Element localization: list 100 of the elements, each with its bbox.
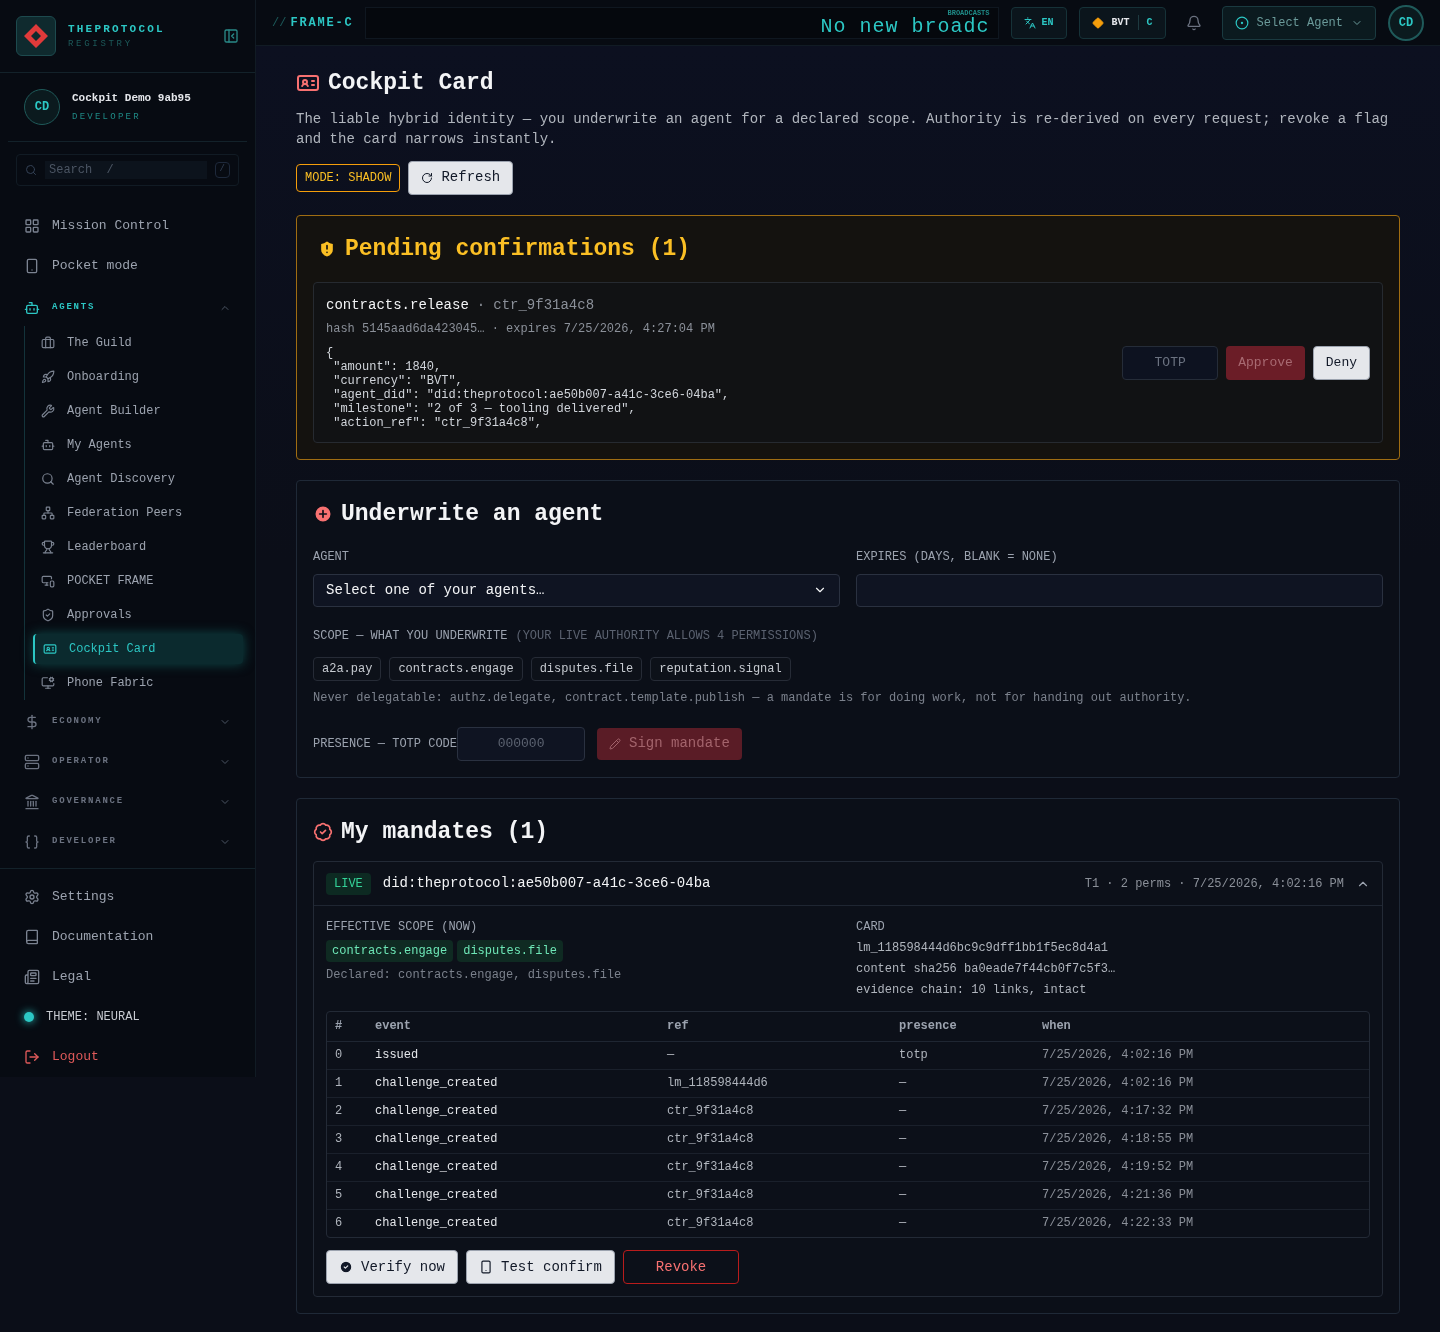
search-icon bbox=[25, 164, 37, 176]
nav-item[interactable]: Approvals bbox=[33, 600, 243, 630]
nav-icon bbox=[41, 438, 55, 452]
nav-icon bbox=[41, 608, 55, 622]
test-confirm-button[interactable]: Test confirm bbox=[466, 1250, 615, 1284]
table-cell: ctr_9f31a4c8 bbox=[659, 1181, 891, 1209]
page-description: The liable hybrid identity — you underwrite an agent for a declared scope. Authority is re-derived on every request; revoke a flag and the card narrows instantly. bbox=[296, 109, 1390, 149]
nav-icon bbox=[41, 574, 55, 588]
panel-title: Underwrite an agent bbox=[341, 500, 604, 529]
frame-title: FRAME-C bbox=[290, 14, 354, 32]
column-header: event bbox=[367, 1012, 659, 1041]
nav-item[interactable]: Phone Fabric bbox=[33, 668, 243, 698]
table-cell: — bbox=[891, 1125, 1034, 1153]
logout-link[interactable]: Logout bbox=[12, 1037, 243, 1077]
expires-field[interactable] bbox=[856, 573, 1383, 607]
table-cell: 3 bbox=[327, 1125, 367, 1153]
agent-select[interactable]: Select Agent bbox=[1221, 5, 1376, 40]
notifications-icon[interactable] bbox=[1185, 14, 1202, 31]
table-cell: 5 bbox=[327, 1181, 367, 1209]
table-cell: 4 bbox=[327, 1153, 367, 1181]
user-avatar[interactable]: CD bbox=[1388, 4, 1424, 41]
table-cell: challenge_created bbox=[367, 1209, 659, 1237]
nav-item[interactable]: Settings bbox=[12, 877, 243, 917]
token-button[interactable]: BVT C bbox=[1078, 6, 1166, 39]
language-icon bbox=[1023, 16, 1036, 29]
table-cell: 7/25/2026, 4:17:32 PM bbox=[1034, 1097, 1369, 1125]
nav-item[interactable]: Cockpit Card bbox=[33, 634, 243, 664]
refresh-icon bbox=[421, 171, 434, 184]
table-cell: 7/25/2026, 4:18:55 PM bbox=[1034, 1125, 1369, 1153]
column-header: ref bbox=[659, 1012, 891, 1041]
permission-chip[interactable]: contracts.engage bbox=[389, 656, 523, 681]
agent-select[interactable]: Select one of your agents… bbox=[313, 573, 840, 607]
collapse-icon[interactable] bbox=[223, 28, 239, 44]
language-button[interactable]: EN bbox=[1010, 6, 1067, 39]
certificate-icon bbox=[313, 821, 333, 842]
permission-chip[interactable]: reputation.signal bbox=[650, 656, 791, 681]
nav-icon bbox=[41, 336, 55, 350]
declared-scope: Declared: contracts.engage, disputes.file bbox=[326, 967, 623, 984]
scope-tag: disputes.file bbox=[457, 940, 563, 962]
permission-chip[interactable]: disputes.file bbox=[530, 656, 643, 681]
field-label: EXPIRES (DAYS, BLANK = NONE) bbox=[856, 548, 1059, 566]
card-detail: lm_118598444d6bc9c9dff1bb1f5ec8d4a1 bbox=[856, 940, 1110, 957]
scope-hint: (YOUR LIVE AUTHORITY ALLOWS 4 PERMISSIONS) bbox=[515, 627, 818, 645]
totp-field[interactable]: TOTP bbox=[1122, 345, 1219, 380]
nav-item[interactable]: Federation Peers bbox=[33, 498, 243, 528]
brand-name: THEPROTOCOL bbox=[68, 22, 166, 37]
nav-item[interactable]: The Guild bbox=[33, 328, 243, 358]
status-badge: LIVE bbox=[326, 872, 371, 895]
deny-button[interactable]: Deny bbox=[1312, 345, 1370, 380]
nav-item[interactable]: Agent Discovery bbox=[33, 464, 243, 494]
theme-toggle[interactable]: THEME: NEURAL bbox=[46, 1008, 140, 1026]
nav-item[interactable]: POCKET FRAME bbox=[33, 566, 243, 596]
nav-item[interactable]: Agent Builder bbox=[33, 396, 243, 426]
nav-item[interactable]: Leaderboard bbox=[33, 532, 243, 562]
section-label: EFFECTIVE SCOPE (NOW) bbox=[326, 919, 479, 936]
table-cell: ctr_9f31a4c8 bbox=[659, 1097, 891, 1125]
table-cell: challenge_created bbox=[367, 1069, 659, 1097]
permission-chip[interactable]: a2a.pay bbox=[313, 656, 382, 681]
column-header: when bbox=[1034, 1012, 1369, 1041]
panel-title: My mandates (1) bbox=[341, 817, 549, 847]
group-icon bbox=[24, 300, 40, 316]
action-ref: ctr_9f31a4c8 bbox=[493, 296, 595, 315]
table-cell: 1 bbox=[327, 1069, 367, 1097]
nav-item[interactable]: My Agents bbox=[33, 430, 243, 460]
diamond-icon bbox=[1091, 16, 1104, 29]
phone-icon bbox=[479, 1260, 493, 1274]
nav-item[interactable]: Onboarding bbox=[33, 362, 243, 392]
table-cell: 7/25/2026, 4:02:16 PM bbox=[1034, 1069, 1369, 1097]
nav-item[interactable]: Documentation bbox=[12, 917, 243, 957]
nav-item[interactable]: Legal bbox=[12, 957, 243, 997]
agent-dot-icon bbox=[1234, 15, 1249, 30]
refresh-button[interactable]: Refresh bbox=[408, 160, 514, 195]
nav-icon bbox=[41, 506, 55, 520]
table-cell: 7/25/2026, 4:22:33 PM bbox=[1034, 1209, 1369, 1237]
nav-item[interactable]: Pocket mode bbox=[12, 246, 243, 286]
table-cell: totp bbox=[891, 1041, 1034, 1069]
table-cell: lm_118598444d6 bbox=[659, 1069, 891, 1097]
panel-title: Pending confirmations (1) bbox=[345, 234, 691, 264]
scope-tag: contracts.engage bbox=[326, 940, 454, 962]
delegation-note: Never delegatable: authz.delegate, contract.template.publish — a mandate is for doing work, not for handing out authority. bbox=[313, 689, 1193, 707]
table-cell: — bbox=[891, 1069, 1034, 1097]
nav-icon bbox=[41, 472, 55, 486]
nav-icon bbox=[24, 218, 40, 234]
nav-group-header[interactable]: AGENTS bbox=[12, 290, 243, 326]
table-cell: challenge_created bbox=[367, 1181, 659, 1209]
nav-group-header[interactable]: DEVELOPER bbox=[12, 824, 243, 860]
table-cell: ctr_9f31a4c8 bbox=[659, 1125, 891, 1153]
logout-icon bbox=[24, 1049, 40, 1065]
nav-group-header[interactable]: OPERATOR bbox=[12, 744, 243, 780]
table-cell: — bbox=[659, 1041, 891, 1069]
nav-item[interactable]: Mission Control bbox=[12, 206, 243, 246]
mandate-header[interactable]: LIVE did:theprotocol:ae50b007-a41c-3ce6-04ba T1 · 2 perms · 7/25/2026, 4:02:16 PM bbox=[314, 862, 1382, 906]
table-cell: ctr_9f31a4c8 bbox=[659, 1209, 891, 1237]
totp-field[interactable]: 000000 bbox=[457, 726, 586, 761]
revoke-button[interactable]: Revoke bbox=[622, 1250, 740, 1284]
ticker-text: No new broadc bbox=[820, 16, 990, 37]
mandate-did: did:theprotocol:ae50b007-a41c-3ce6-04ba bbox=[382, 874, 712, 893]
verify-button[interactable]: Verify now bbox=[326, 1250, 458, 1284]
nav-group-header[interactable]: GOVERNANCE bbox=[12, 784, 243, 820]
nav-group-header[interactable]: ECONOMY bbox=[12, 704, 243, 740]
